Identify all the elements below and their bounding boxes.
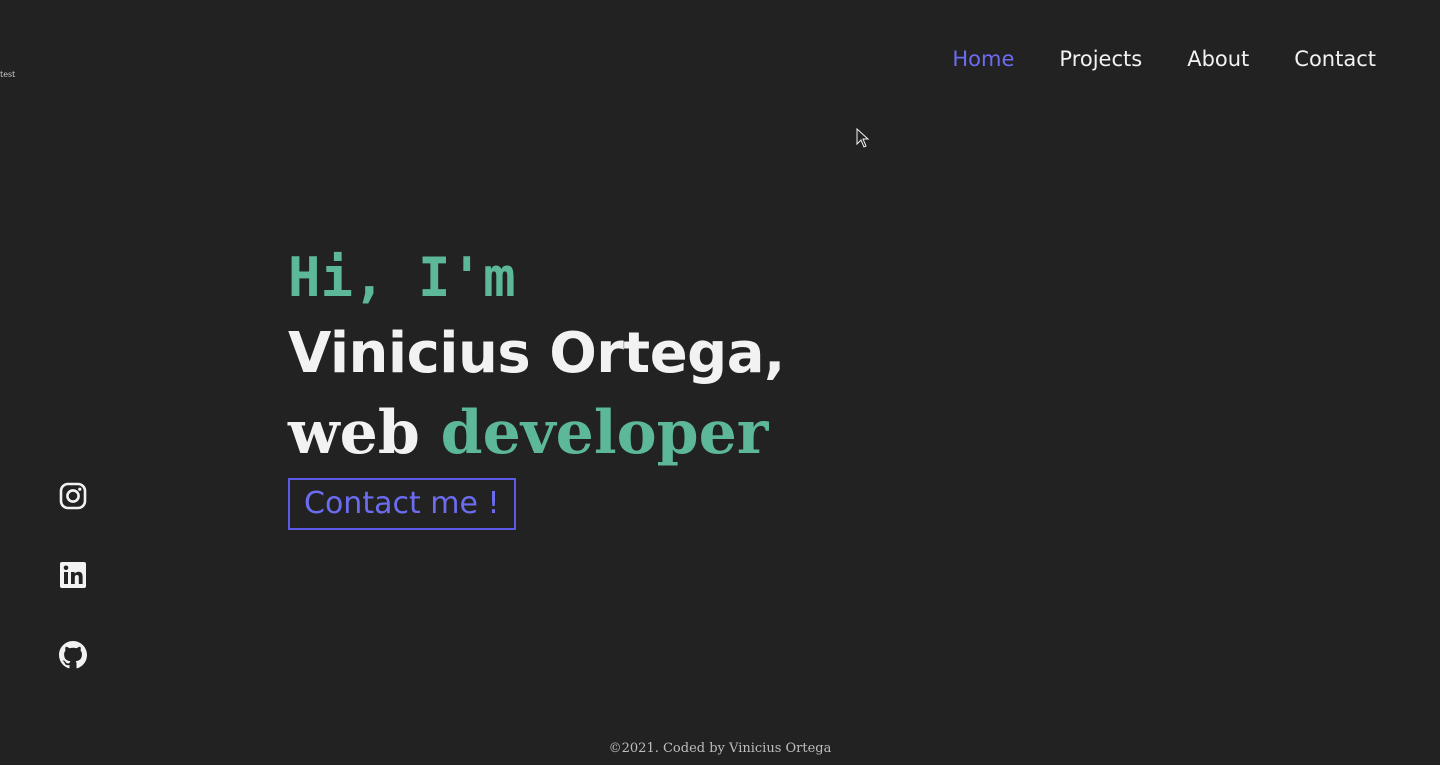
- nav-contact-link[interactable]: Contact: [1294, 44, 1376, 74]
- github-icon: [59, 641, 87, 669]
- github-link[interactable]: [59, 641, 87, 669]
- contact-me-button[interactable]: Contact me !: [288, 478, 516, 530]
- instagram-icon: [59, 482, 87, 510]
- hero-role-prefix: web: [288, 398, 420, 468]
- nav-about-link[interactable]: About: [1187, 44, 1249, 74]
- hero-role: web developer: [288, 392, 785, 474]
- linkedin-icon: [60, 562, 86, 588]
- footer-copyright: ©2021. Coded by Vinicius Ortega: [608, 741, 832, 756]
- hero-greeting: Hi, I'm: [288, 246, 516, 309]
- instagram-link[interactable]: [59, 482, 87, 510]
- mouse-cursor-icon: [856, 128, 870, 148]
- linkedin-link[interactable]: [59, 561, 87, 589]
- main-nav: Home Projects About Contact: [907, 44, 1376, 74]
- nav-home-link[interactable]: Home: [952, 44, 1014, 74]
- nav-projects-link[interactable]: Projects: [1059, 44, 1142, 74]
- hero-role-accent: developer: [440, 398, 769, 468]
- hero-section: Hi, I'm Vinicius Ortega, web developer C…: [288, 240, 785, 530]
- hero-name: Vinicius Ortega,: [288, 321, 785, 386]
- debug-text: test: [0, 70, 16, 79]
